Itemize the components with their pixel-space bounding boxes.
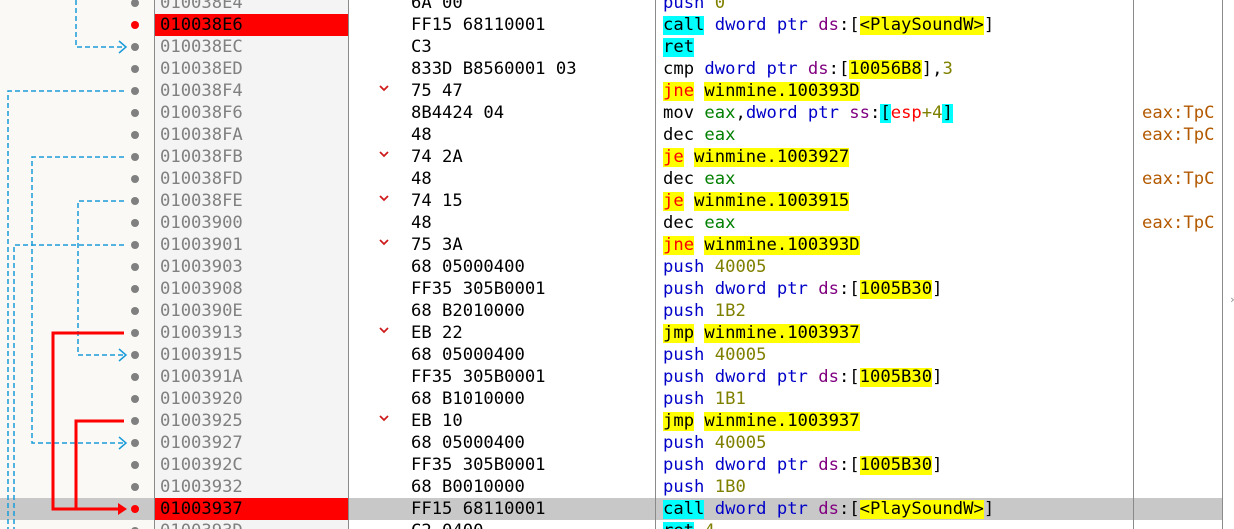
address-divider <box>348 0 349 529</box>
disassembly-view[interactable]: 010038E4 6A 00 push 0 010038E6 FF15 68110001… <box>0 0 1234 529</box>
jump-arrows <box>7 0 128 529</box>
gutter-divider <box>154 0 155 529</box>
jump-line <box>13 244 124 529</box>
scrollbar-divider <box>1222 0 1223 529</box>
instruction-divider <box>1133 0 1134 529</box>
scrollbar-tick-icon[interactable]: › <box>1229 293 1234 309</box>
bytes-divider <box>655 0 656 529</box>
jump-line <box>75 0 124 48</box>
taken-jump-arrowhead-icon <box>118 503 127 515</box>
taken-jump-line <box>74 419 124 511</box>
